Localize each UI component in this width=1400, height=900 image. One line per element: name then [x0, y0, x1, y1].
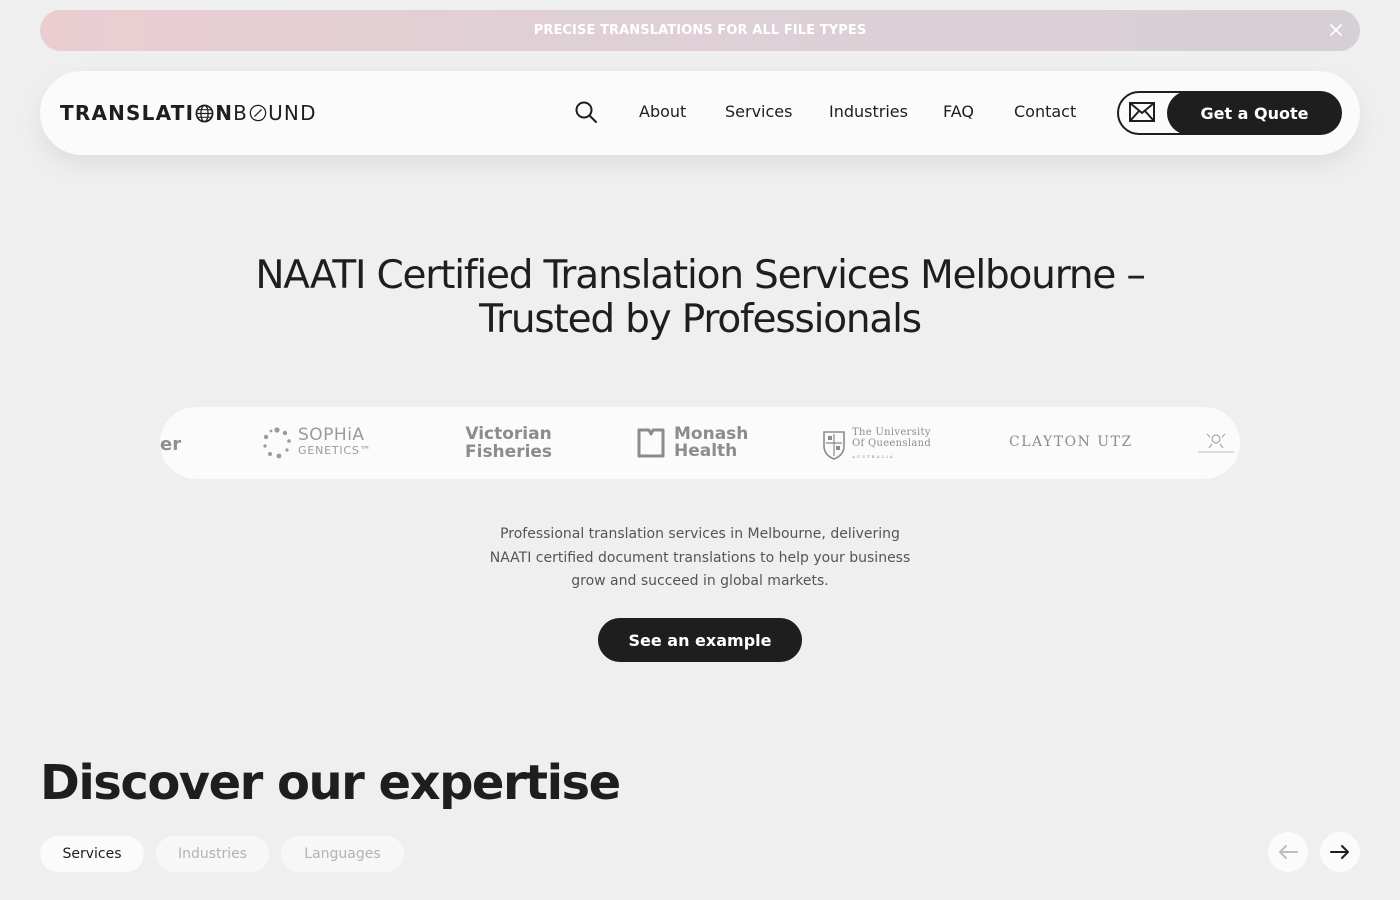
- monash-health-logo: Monash Health: [636, 426, 748, 460]
- banner-text: PRECISE TRANSLATIONS FOR ALL FILE TYPES: [533, 23, 867, 38]
- arrow-left-icon[interactable]: [1268, 832, 1308, 872]
- crest-icon: [823, 430, 845, 460]
- sophia-logo-line2: GENETICS™: [298, 444, 372, 457]
- globe-icon: [195, 104, 214, 122]
- australian-government-crest-icon: [1196, 431, 1236, 461]
- announcement-banner: PRECISE TRANSLATIONS FOR ALL FILE TYPES: [40, 10, 1360, 51]
- uq-logo-line1: The University: [852, 427, 931, 438]
- envelope-icon[interactable]: [1129, 102, 1157, 124]
- site-header: TRANSLATI N B UND About Services Industr…: [40, 71, 1360, 155]
- logo-text-und: UND: [268, 101, 317, 125]
- tab-languages[interactable]: Languages: [281, 836, 404, 872]
- hero-title: NAATI Certified Translation Services Mel…: [150, 254, 1250, 342]
- logo-text-n: N: [215, 101, 234, 125]
- logo-text-b: B: [233, 101, 249, 125]
- clayton-utz-logo: CLAYTON UTZ: [1009, 434, 1133, 450]
- close-icon[interactable]: [1326, 20, 1346, 40]
- sophia-genetics-logo: SOPHiA GENETICS™: [262, 427, 371, 459]
- header-cta-group: Get a Quote: [1117, 91, 1342, 135]
- arrow-right-icon[interactable]: [1320, 832, 1360, 872]
- hero-title-line1: NAATI Certified Translation Services Mel…: [255, 253, 1146, 298]
- victorian-logo-line2: Fisheries: [465, 442, 553, 462]
- nav-about[interactable]: About: [639, 102, 686, 121]
- victorian-fisheries-logo: Victorian Fisheries: [465, 425, 552, 461]
- client-logo-partial: er: [160, 434, 182, 455]
- site-logo[interactable]: TRANSLATI N B UND: [60, 100, 317, 126]
- compass-icon: [249, 104, 267, 122]
- nav-services[interactable]: Services: [725, 102, 792, 121]
- nav-contact[interactable]: Contact: [1014, 102, 1076, 121]
- monash-mark-icon: [637, 428, 665, 458]
- intro-description: Professional translation services in Mel…: [489, 526, 911, 589]
- see-example-button[interactable]: See an example: [598, 618, 802, 662]
- tab-industries[interactable]: Industries: [156, 836, 269, 872]
- get-a-quote-button[interactable]: Get a Quote: [1167, 91, 1342, 135]
- search-icon[interactable]: [574, 100, 600, 126]
- nav-industries[interactable]: Industries: [829, 102, 908, 121]
- victorian-logo-line1: Victorian: [465, 424, 552, 444]
- uq-logo-line2: Of Queensland: [852, 438, 932, 449]
- nav-faq[interactable]: FAQ: [943, 102, 974, 121]
- expertise-heading: Discover our expertise: [40, 755, 621, 811]
- monash-logo-line2: Health: [674, 441, 738, 461]
- dots-ring-icon: [263, 427, 291, 459]
- university-of-queensland-logo: The University Of Queensland AUSTRALIA: [822, 427, 931, 462]
- client-logo-strip: er SOPHiA GENETICS™ Victorian Fisheries …: [160, 407, 1240, 479]
- tab-services[interactable]: Services: [40, 836, 144, 872]
- sophia-logo-line1: SOPHiA: [298, 425, 365, 445]
- uq-logo-line3: AUSTRALIA: [852, 454, 895, 459]
- hero-title-line2: Trusted by Professionals: [479, 297, 922, 342]
- logo-text-translation: TRANSLATI: [60, 101, 195, 125]
